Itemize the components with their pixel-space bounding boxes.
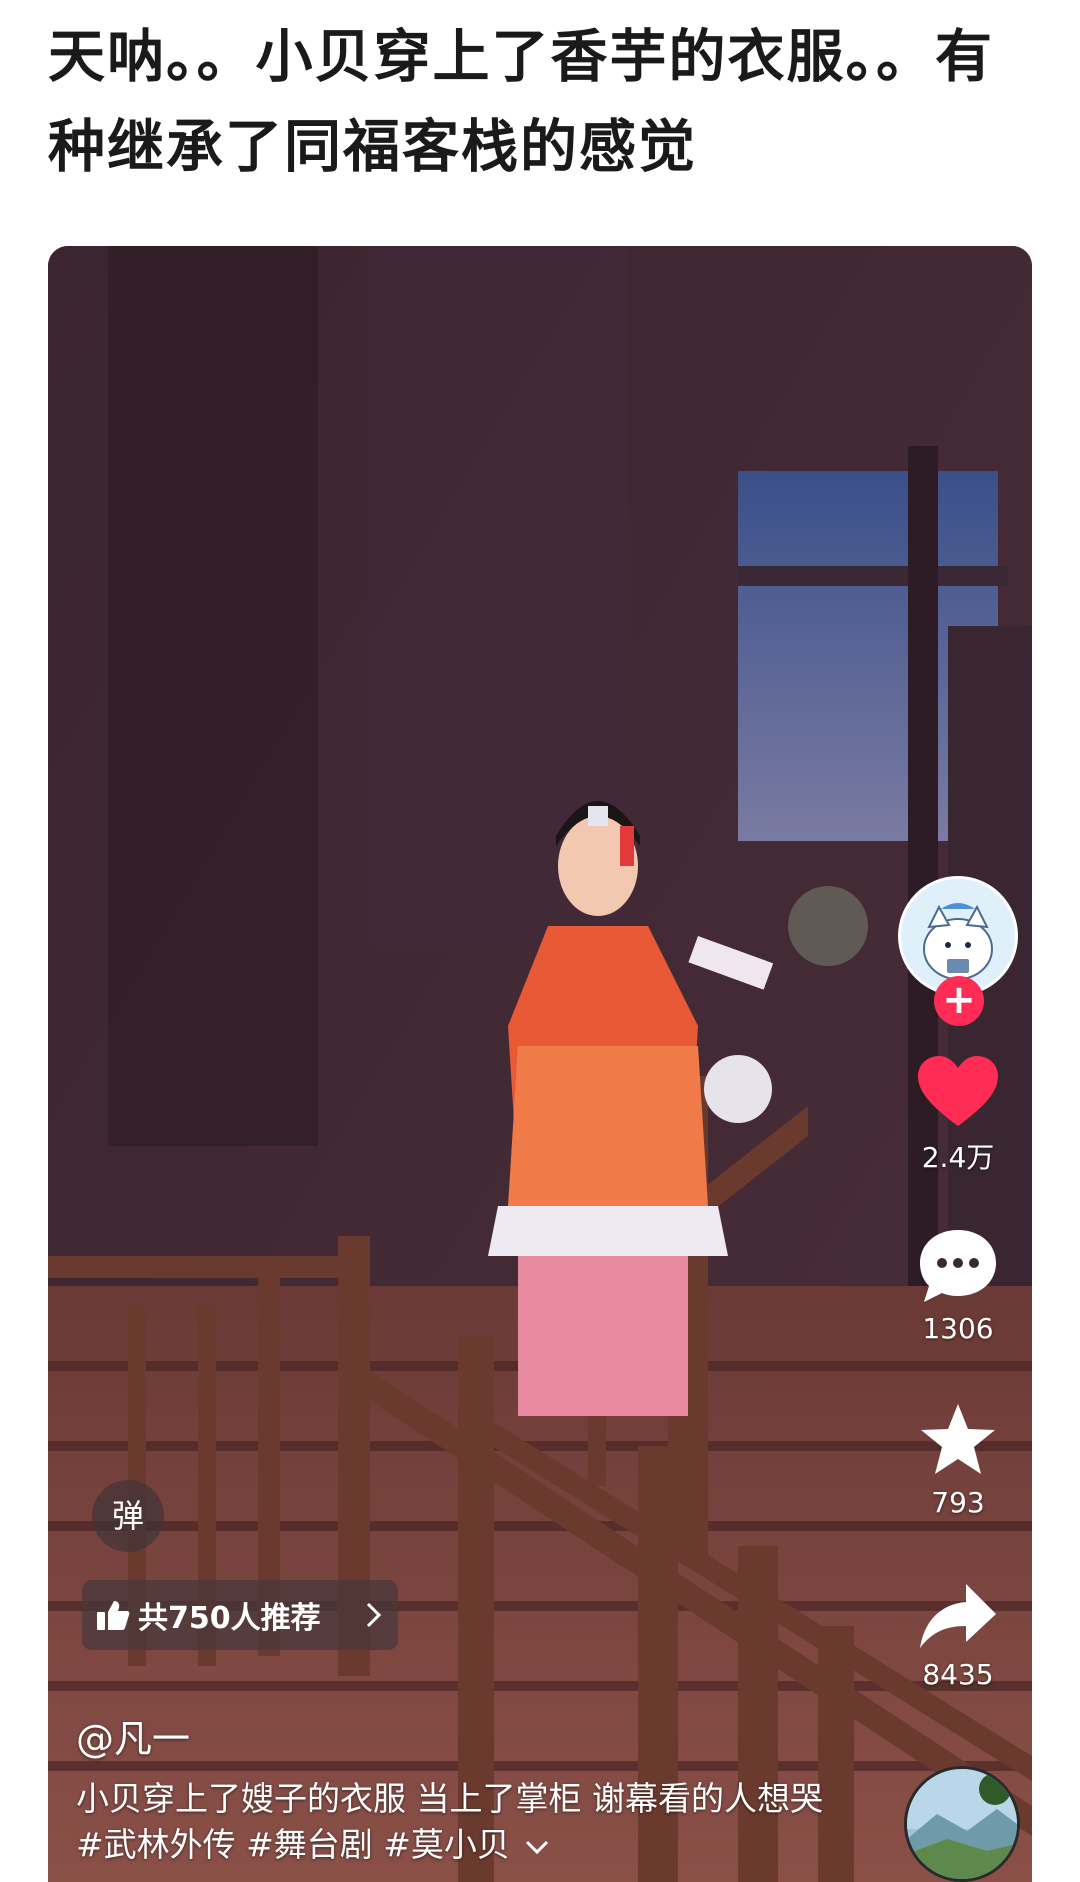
chevron-down-icon[interactable]: [524, 1838, 550, 1856]
danmu-label: 弹: [111, 1497, 144, 1535]
share-count: 8435: [922, 1658, 994, 1691]
comment-icon: [920, 1230, 996, 1302]
follow-button[interactable]: +: [934, 976, 984, 1026]
recommend-text: 共750人推荐: [138, 1601, 321, 1636]
plus-icon: +: [942, 977, 976, 1023]
post-title: 天呐。。小贝穿上了香芋的衣服。。有种继承了同福客栈的感觉: [48, 24, 994, 180]
thumbs-up-icon: [97, 1601, 130, 1630]
video-player[interactable]: + 2.4万 1306 793 8435 弹 共750人推荐 @凡一 小贝穿上了…: [48, 246, 1032, 1882]
favorite-count: 793: [931, 1486, 985, 1519]
video-caption[interactable]: 小贝穿上了嫂子的衣服 当上了掌柜 谢幕看的人想哭 #武林外传 #舞台剧 #莫小贝: [76, 1776, 836, 1868]
share-icon: [920, 1584, 996, 1648]
author-avatar-group[interactable]: +: [898, 876, 1018, 1026]
landscape-thumbnail-icon: [907, 1769, 1017, 1879]
comment-count: 1306: [922, 1312, 994, 1345]
comment-button[interactable]: 1306: [908, 1228, 1008, 1345]
share-button[interactable]: 8435: [908, 1582, 1008, 1691]
like-button[interactable]: 2.4万: [908, 1056, 1008, 1176]
chevron-right-icon: [366, 1602, 382, 1628]
star-icon: [921, 1404, 995, 1474]
author-name[interactable]: @凡一: [76, 1708, 190, 1763]
music-disc[interactable]: [904, 1766, 1020, 1882]
heart-icon: [918, 1056, 998, 1126]
danmu-toggle-button[interactable]: 弹: [92, 1480, 164, 1552]
like-count: 2.4万: [921, 1141, 995, 1174]
caption-text: 小贝穿上了嫂子的衣服 当上了掌柜 谢幕看的人想哭 #武林外传 #舞台剧 #莫小贝: [76, 1779, 823, 1864]
favorite-button[interactable]: 793: [908, 1402, 1008, 1519]
recommend-bar[interactable]: 共750人推荐: [82, 1580, 398, 1650]
